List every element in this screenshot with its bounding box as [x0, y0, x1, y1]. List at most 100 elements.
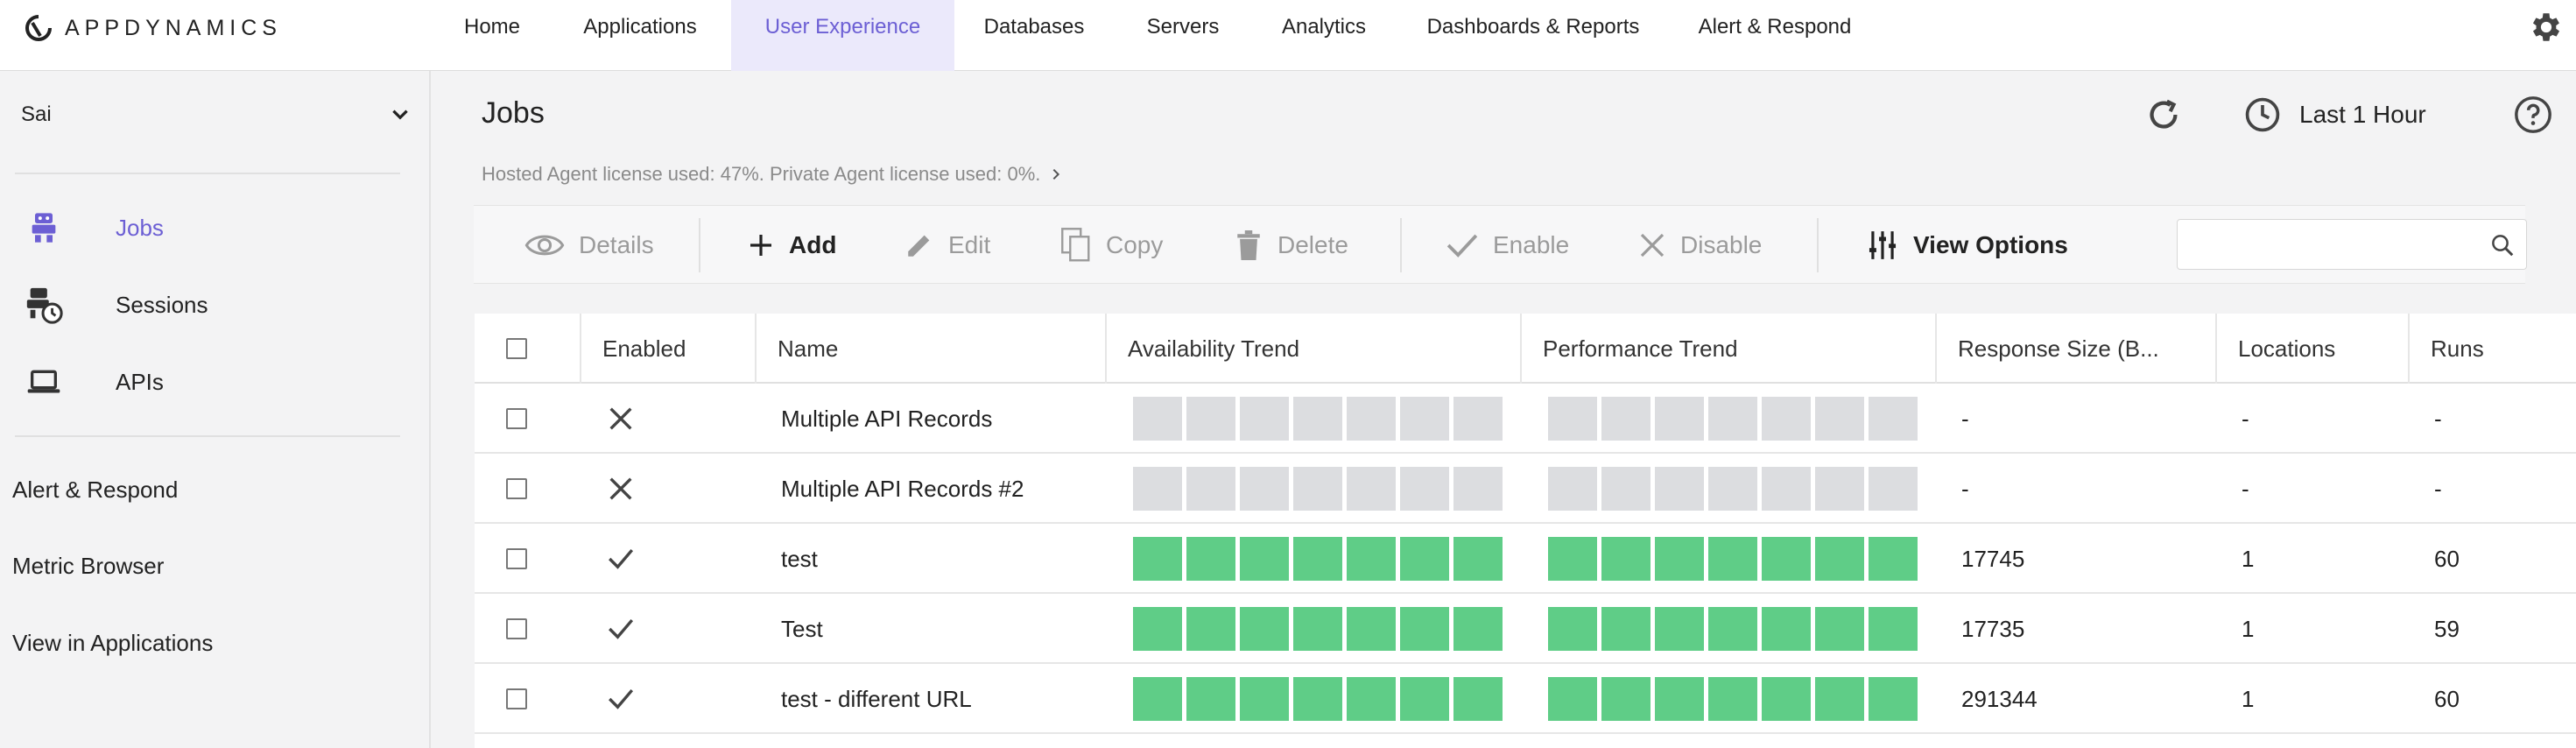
row-select-cell [506, 384, 559, 454]
trend-segment [1869, 607, 1918, 651]
close-icon [1640, 233, 1665, 258]
trend-segment [1601, 537, 1650, 581]
table-row[interactable]: test - different URL 291344 1 60 [475, 664, 2576, 734]
add-button[interactable]: Add [747, 206, 836, 285]
trend-segment [1240, 607, 1289, 651]
nav-user-experience[interactable]: User Experience [731, 0, 954, 71]
row-checkbox[interactable] [506, 548, 527, 569]
nav-dashboards-reports[interactable]: Dashboards & Reports [1417, 0, 1650, 71]
nav-home[interactable]: Home [443, 0, 541, 71]
trend-segment [1293, 397, 1342, 441]
license-info[interactable]: Hosted Agent license used: 47%. Private … [482, 163, 1063, 186]
trend-bars [1548, 607, 1918, 651]
trend-segment [1240, 677, 1289, 721]
trend-segment [1293, 467, 1342, 511]
row-checkbox[interactable] [506, 688, 527, 709]
trend-segment [1815, 467, 1864, 511]
select-all-checkbox[interactable] [506, 338, 527, 359]
trend-segment [1708, 537, 1757, 581]
column-header-locations[interactable]: Locations [2215, 314, 2408, 384]
trend-segment [1347, 537, 1396, 581]
job-name[interactable]: Multiple API Records [781, 384, 1105, 454]
logo[interactable]: APPDYNAMICS [25, 12, 282, 44]
toolbar-separator [1817, 218, 1819, 272]
column-header-name[interactable]: Name [755, 314, 1105, 384]
enabled-cell [606, 664, 711, 734]
details-button[interactable]: Details [524, 206, 654, 285]
search-icon[interactable] [2489, 232, 2516, 258]
enable-button[interactable]: Enable [1446, 206, 1569, 285]
performance-trend [1548, 384, 1925, 454]
trend-segment [1869, 677, 1918, 721]
time-range-selector[interactable]: Last 1 Hour [2243, 95, 2426, 135]
refresh-icon[interactable] [2143, 95, 2184, 135]
column-header-enabled[interactable]: Enabled [580, 314, 755, 384]
toolbar-separator [1400, 218, 1402, 272]
row-checkbox[interactable] [506, 478, 527, 499]
response-size: 17745 [1961, 545, 2025, 572]
trend-bars [1548, 537, 1918, 581]
search-input[interactable] [2178, 220, 2475, 269]
job-name[interactable]: Multiple API Records #2 [781, 454, 1105, 524]
edit-button[interactable]: Edit [904, 206, 990, 285]
license-text: Hosted Agent license used: 47%. Private … [482, 163, 1041, 185]
trend-segment [1708, 467, 1757, 511]
trend-segment [1815, 537, 1864, 581]
sidebar-item-jobs[interactable]: Jobs [21, 206, 406, 250]
enabled-cell [606, 384, 711, 454]
table-row[interactable]: Multiple API Records #2 - - - [475, 454, 2576, 524]
delete-button[interactable]: Delete [1234, 206, 1348, 285]
sidebar-link-alert-respond[interactable]: Alert & Respond [12, 476, 178, 504]
table-row[interactable]: Test 17735 1 59 [475, 594, 2576, 664]
row-checkbox[interactable] [506, 408, 527, 429]
trend-bars [1133, 607, 1503, 651]
disable-button[interactable]: Disable [1638, 206, 1762, 285]
trend-segment [1400, 607, 1449, 651]
nav-servers[interactable]: Servers [1131, 0, 1235, 71]
sidebar-item-sessions[interactable]: Sessions [21, 283, 406, 327]
toolbar-separator [699, 218, 700, 272]
sidebar-link-view-in-applications[interactable]: View in Applications [12, 630, 213, 657]
nav-analytics[interactable]: Analytics [1266, 0, 1382, 71]
column-header-availability-trend[interactable]: Availability Trend [1105, 314, 1520, 384]
robot-clock-icon [21, 283, 67, 327]
nav-applications[interactable]: Applications [560, 0, 720, 71]
table-row[interactable]: test 17745 1 60 [475, 524, 2576, 594]
trend-segment [1133, 397, 1182, 441]
trend-segment [1453, 467, 1503, 511]
column-header-performance-trend[interactable]: Performance Trend [1520, 314, 1935, 384]
sidebar: Sai Jobs Sessions APIs Alert & Respond M… [0, 71, 431, 748]
nav-alert-respond[interactable]: Alert & Respond [1683, 0, 1867, 71]
column-header-runs[interactable]: Runs [2408, 314, 2576, 384]
trend-segment [1762, 397, 1811, 441]
sidebar-item-apis[interactable]: APIs [21, 360, 406, 404]
job-name[interactable]: Test [781, 594, 1105, 664]
trend-segment [1548, 537, 1597, 581]
job-name[interactable]: test - different URL [781, 664, 1105, 734]
trend-segment [1453, 607, 1503, 651]
trend-segment [1400, 537, 1449, 581]
table-row[interactable]: Multiple API Records - - - [475, 384, 2576, 454]
gear-icon[interactable] [2528, 9, 2565, 46]
nav-databases[interactable]: Databases [970, 0, 1098, 71]
trend-segment [1708, 607, 1757, 651]
checkmark-icon [609, 548, 634, 569]
runs: - [2434, 405, 2442, 432]
enabled-cell [606, 454, 711, 524]
search-box [2177, 219, 2527, 270]
view-options-button[interactable]: View Options [1866, 206, 2068, 285]
row-checkbox[interactable] [506, 618, 527, 639]
runs: - [2434, 475, 2442, 502]
tenant-selector[interactable]: Sai [21, 97, 412, 132]
trend-segment [1601, 607, 1650, 651]
help-icon[interactable] [2513, 95, 2553, 135]
column-header-response-size[interactable]: Response Size (B... [1935, 314, 2215, 384]
trend-segment [1655, 607, 1704, 651]
job-name[interactable]: test [781, 524, 1105, 594]
copy-button[interactable]: Copy [1060, 206, 1163, 285]
time-range-label: Last 1 Hour [2299, 101, 2426, 128]
trend-segment [1293, 677, 1342, 721]
trend-segment [1347, 607, 1396, 651]
sidebar-link-metric-browser[interactable]: Metric Browser [12, 553, 164, 580]
top-navigation-bar: APPDYNAMICS Home Applications User Exper… [0, 0, 2576, 71]
